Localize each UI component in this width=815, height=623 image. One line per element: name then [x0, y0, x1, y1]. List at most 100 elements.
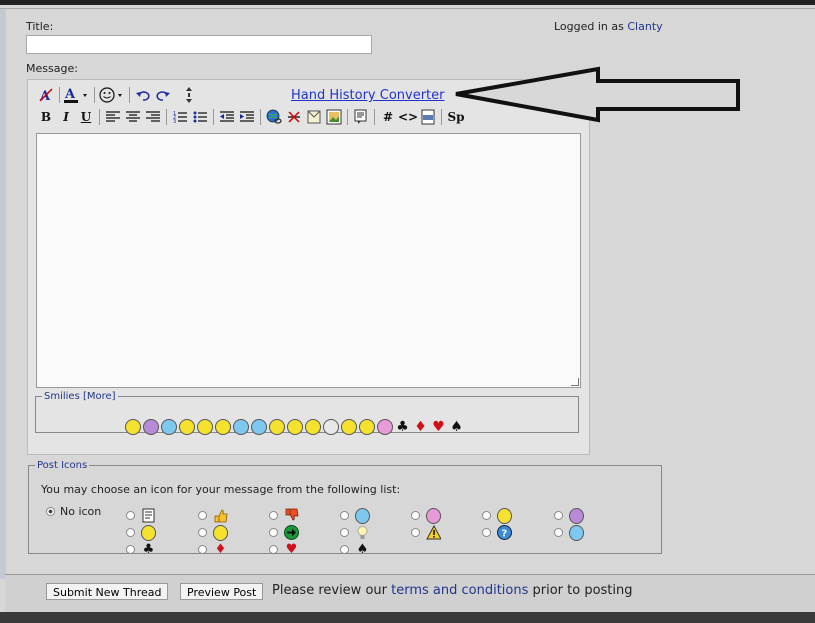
php-code-icon[interactable]	[418, 107, 438, 127]
post-icon-radio[interactable]	[411, 511, 420, 520]
club-icon[interactable]: ♣	[394, 418, 411, 435]
cool-icon[interactable]	[232, 418, 249, 435]
hand-history-converter-link[interactable]: Hand History Converter	[291, 88, 445, 103]
post-icon-radio[interactable]	[340, 511, 349, 520]
post-icon-radio[interactable]	[340, 545, 349, 554]
post-icon-heart[interactable]: ♥	[269, 542, 299, 557]
redo-icon[interactable]	[153, 85, 173, 105]
post-icon-question[interactable]: ?	[482, 525, 512, 540]
post-icon-radio[interactable]	[126, 511, 135, 520]
toolbar-separator	[94, 87, 95, 103]
preview-post-button[interactable]: Preview Post	[180, 583, 264, 600]
shocked-icon[interactable]	[340, 418, 357, 435]
post-icon-club[interactable]: ♣	[126, 542, 156, 557]
resize-grip-icon[interactable]	[571, 378, 579, 386]
smile-icon[interactable]	[124, 418, 141, 435]
align-right-icon[interactable]	[143, 107, 163, 127]
no-icon-option[interactable]: No icon	[46, 505, 101, 518]
mad-icon[interactable]	[178, 418, 195, 435]
no-icon-label: No icon	[60, 505, 102, 518]
italic-button[interactable]: I	[56, 107, 76, 127]
post-icon-spade[interactable]: ♠	[340, 542, 370, 557]
question-face-icon[interactable]	[304, 418, 321, 435]
unordered-list-icon[interactable]	[190, 107, 210, 127]
quote-icon[interactable]	[351, 107, 371, 127]
code-button[interactable]: <>	[398, 107, 418, 127]
annotation-arrow-icon	[455, 66, 740, 123]
diamond-icon: ♦	[214, 542, 227, 557]
content-icon[interactable]	[358, 418, 375, 435]
post-icon-warning[interactable]	[411, 525, 441, 540]
post-icon-pink-face[interactable]	[411, 507, 441, 524]
outdent-icon[interactable]	[217, 107, 237, 127]
remove-link-icon[interactable]	[284, 107, 304, 127]
diamond-icon[interactable]: ♦	[412, 418, 429, 435]
toolbar-separator	[441, 109, 442, 125]
ordered-list-icon[interactable]: 123	[170, 107, 190, 127]
post-icon-mad[interactable]	[126, 524, 156, 541]
post-icon-thumbs-down[interactable]	[269, 508, 299, 523]
submit-new-thread-button[interactable]: Submit New Thread	[46, 583, 169, 600]
post-icon-cool[interactable]	[554, 524, 584, 541]
post-icon-wink[interactable]	[340, 507, 370, 524]
message-editor: A A Hand History Converter B I U 123	[27, 79, 590, 455]
message-textarea[interactable]	[36, 133, 581, 388]
align-left-icon[interactable]	[103, 107, 123, 127]
post-icon-radio[interactable]	[269, 511, 278, 520]
terms-link[interactable]: terms and conditions	[391, 583, 528, 598]
remove-format-icon[interactable]: A	[36, 85, 56, 105]
smiley-menu-icon[interactable]	[98, 85, 126, 105]
post-icon-radio[interactable]	[269, 545, 278, 554]
underline-button[interactable]: U	[76, 107, 96, 127]
undo-icon[interactable]	[133, 85, 153, 105]
title-input[interactable]	[26, 35, 372, 54]
heart-icon[interactable]: ♥	[430, 418, 447, 435]
hash-button[interactable]: #	[378, 107, 398, 127]
spade-icon[interactable]: ♠	[448, 418, 465, 435]
eek-icon[interactable]	[322, 418, 339, 435]
post-icon-radio[interactable]	[554, 511, 563, 520]
left-edge-strip	[0, 9, 6, 579]
no-icon-radio[interactable]	[46, 507, 55, 516]
confused-icon[interactable]	[160, 418, 177, 435]
indent-icon[interactable]	[237, 107, 257, 127]
resize-editor-icon[interactable]	[179, 85, 199, 105]
post-icon-thumbs-up[interactable]	[198, 508, 228, 523]
post-icon-radio[interactable]	[198, 528, 207, 537]
post-icon-radio[interactable]	[554, 528, 563, 537]
post-icon-lightbulb[interactable]	[340, 525, 370, 540]
font-color-icon[interactable]: A	[63, 85, 91, 105]
post-icon-diamond[interactable]: ♦	[198, 542, 228, 557]
post-icon-frown-purple[interactable]	[554, 507, 584, 524]
post-icon-radio[interactable]	[198, 545, 207, 554]
post-icon-radio[interactable]	[269, 528, 278, 537]
post-icon-arrow[interactable]	[269, 525, 299, 540]
post-icon-radio[interactable]	[126, 545, 135, 554]
frown-purple-icon[interactable]	[142, 418, 159, 435]
username-link[interactable]: Clanty	[627, 20, 662, 33]
post-icon-radio[interactable]	[482, 528, 491, 537]
post-icons-box: Post Icons You may choose an icon for yo…	[28, 460, 662, 557]
post-icon-document[interactable]	[126, 508, 156, 523]
insert-email-icon[interactable]	[304, 107, 324, 127]
post-icon-radio[interactable]	[126, 528, 135, 537]
post-icon-radio[interactable]	[482, 511, 491, 520]
post-icon-radio[interactable]	[198, 511, 207, 520]
insert-image-icon[interactable]	[324, 107, 344, 127]
biggrin-icon[interactable]	[268, 418, 285, 435]
redface-icon[interactable]	[196, 418, 213, 435]
align-center-icon[interactable]	[123, 107, 143, 127]
rolleyes-icon[interactable]	[286, 418, 303, 435]
review-text-pre: Please review our	[272, 583, 392, 598]
tongue-icon[interactable]	[214, 418, 231, 435]
wink-icon[interactable]	[250, 418, 267, 435]
pink-face-icon[interactable]	[376, 418, 393, 435]
post-icon-smile[interactable]	[198, 524, 228, 541]
bold-button[interactable]: B	[36, 107, 56, 127]
post-icon-radio[interactable]	[340, 528, 349, 537]
post-icon-tongue[interactable]	[482, 507, 512, 524]
review-text-post: prior to posting	[528, 583, 633, 598]
smilies-more-link[interactable]: [More]	[83, 391, 116, 402]
post-icon-radio[interactable]	[411, 528, 420, 537]
insert-link-icon[interactable]	[264, 107, 284, 127]
